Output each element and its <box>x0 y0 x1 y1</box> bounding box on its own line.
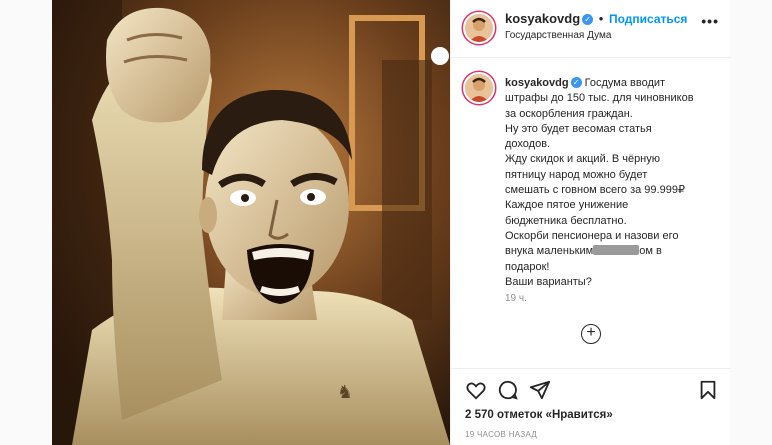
caption-line-text: ом в <box>639 245 662 258</box>
load-more-comments-icon[interactable]: + <box>581 324 601 344</box>
bookmark-icon[interactable] <box>697 379 719 401</box>
comment-icon[interactable] <box>497 379 519 401</box>
header-username[interactable]: kosyakovdg <box>505 11 580 26</box>
caption-line: бюджетника бесплатно. <box>505 214 627 227</box>
caption-line: доходов. <box>505 138 551 151</box>
svg-text:♞: ♞ <box>337 382 353 403</box>
more-options-icon[interactable]: ••• <box>701 13 719 29</box>
caption-time[interactable]: 19 ч. <box>505 293 527 304</box>
caption-text: kosyakovdg ✓ Госдума вводит штрафы до 150… <box>505 76 725 290</box>
follow-button[interactable]: Подписаться <box>609 12 687 26</box>
likes-count[interactable]: 2 570 отметок «Нравится» <box>465 409 613 421</box>
post-photo[interactable]: ♞ <box>52 0 450 445</box>
author-avatar[interactable] <box>463 12 495 44</box>
caption-line: пятницу народ можно будет <box>505 168 648 181</box>
share-icon[interactable] <box>529 379 551 401</box>
caption-line: Ваши варианты? <box>505 275 592 288</box>
caption-line: Ну это будет весомая статья <box>505 122 652 135</box>
location-link[interactable]: Государственная Дума <box>505 30 611 41</box>
caption-line: штрафы до 150 тыс. для чиновников <box>505 92 694 105</box>
caption-line: за оскорбления граждан. <box>505 107 633 120</box>
redaction-bar <box>593 245 640 256</box>
post-sidebar: kosyakovdg ✓ • Подписаться Государственна… <box>450 0 731 445</box>
caption-line: Каждое пятое унижение <box>505 199 629 212</box>
verified-icon: ✓ <box>570 77 582 88</box>
avatar-image <box>465 14 493 42</box>
caption-line: Оскорби пенсионера и назови его <box>505 229 679 242</box>
posted-time[interactable]: 19 ЧАСОВ НАЗАД <box>465 430 537 439</box>
caption-line: Жду скидок и акций. В чёрную <box>505 153 661 166</box>
post-image: ♞ <box>52 0 450 445</box>
caption-line: подарок! <box>505 260 550 273</box>
post-header: kosyakovdg ✓ • Подписаться Государственна… <box>451 0 731 58</box>
caption-line-text: внука маленьким <box>505 245 594 258</box>
avatar-image <box>465 74 493 102</box>
separator-dot: • <box>598 11 604 26</box>
header-user-line: kosyakovdg ✓ • Подписаться <box>505 11 687 26</box>
caption-line: внука маленьким ом в <box>505 244 725 259</box>
caption-line-text: Госдума вводит <box>584 77 666 89</box>
heart-icon[interactable] <box>465 379 487 401</box>
action-bar: 2 570 отметок «Нравится» 19 ЧАСОВ НАЗАД <box>451 368 731 445</box>
caption-username[interactable]: kosyakovdg <box>505 77 569 89</box>
caption-line: смешать с говном всего за 99.999₽ <box>505 184 685 197</box>
caption-line: kosyakovdg ✓ Госдума вводит <box>505 76 725 91</box>
verified-icon: ✓ <box>582 14 594 25</box>
caption-avatar[interactable] <box>463 72 495 104</box>
